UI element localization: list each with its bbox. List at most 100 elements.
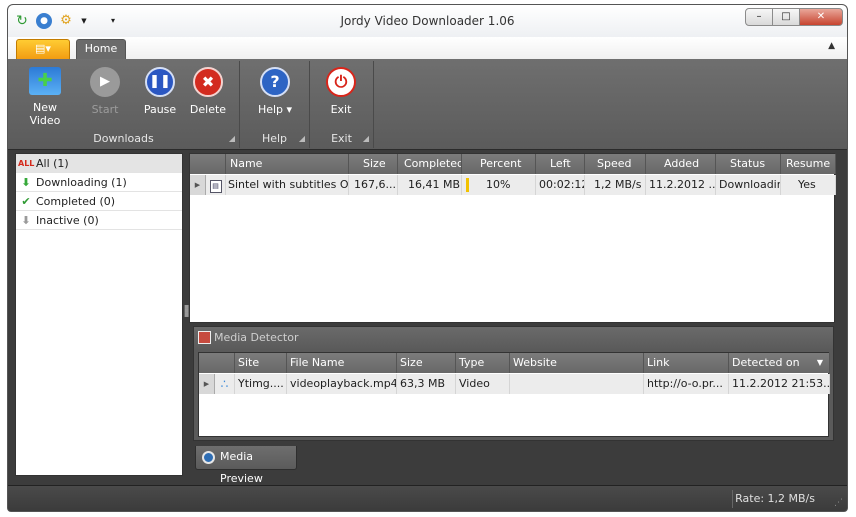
category-panel: ALL All (1) ⬇ Downloading (1) ✔ Complete…: [15, 153, 183, 476]
column-header-speed[interactable]: Speed: [585, 154, 646, 174]
start-label: Start: [91, 103, 119, 116]
start-button[interactable]: ▶ Start: [78, 65, 132, 121]
pause-label: Pause: [143, 103, 177, 116]
resize-grip-icon[interactable]: ⋰: [834, 498, 843, 508]
column-header-name[interactable]: Name: [226, 154, 349, 174]
close-button[interactable]: ✕: [799, 8, 843, 26]
category-item-completed[interactable]: ✔ Completed (0): [16, 192, 182, 211]
tab-media-preview[interactable]: Media Preview: [195, 446, 297, 485]
cell-size: 167,6...: [349, 175, 398, 195]
delete-label: Delete: [189, 103, 227, 116]
maximize-button[interactable]: □: [772, 8, 800, 26]
new-video-label: New Video: [29, 101, 61, 127]
play-icon: ▶: [90, 67, 120, 97]
dialog-launcher-icon[interactable]: ◢: [363, 134, 369, 143]
inactive-arrow-icon: ⬇: [21, 214, 31, 227]
minimize-button[interactable]: –: [745, 8, 773, 26]
ribbon-group-help: ? Help ▾ Help ◢: [240, 61, 310, 148]
cell-type: Video: [456, 374, 510, 394]
media-preview-label: Media Preview: [220, 450, 263, 485]
status-bar: Rate: 1,2 MB/s ⋰: [8, 485, 847, 511]
ribbon-group-label-downloads: Downloads: [93, 132, 154, 145]
row-indicator-icon: ▶: [199, 374, 215, 394]
exit-label: Exit: [330, 103, 352, 116]
media-preview-icon: [202, 451, 215, 464]
category-item-all[interactable]: ALL All (1): [16, 154, 182, 173]
column-header-type[interactable]: Type: [456, 353, 510, 373]
cell-added: 11.2.2012 ...: [646, 175, 716, 195]
pause-icon: ❚❚: [145, 67, 175, 97]
media-detector-grid: Site File Name Size Type Website Link De…: [198, 352, 830, 437]
column-header-detected-on[interactable]: Detected on ▼: [729, 353, 830, 373]
dialog-launcher-icon[interactable]: ◢: [229, 134, 235, 143]
checkmark-icon: ✔: [21, 195, 31, 208]
window-title: Jordy Video Downloader 1.06: [340, 14, 515, 28]
delete-icon: ✖: [193, 67, 223, 97]
sort-descending-icon: ▼: [816, 358, 823, 367]
grid-header-corner: [190, 154, 226, 174]
status-rate: Rate: 1,2 MB/s: [735, 492, 815, 505]
column-header-size[interactable]: Size: [349, 154, 398, 174]
cell-detected-on: 11.2.2012 21:53...: [729, 374, 830, 394]
download-arrow-icon: ⬇: [21, 176, 31, 189]
exit-button[interactable]: ⏻ Exit: [314, 65, 368, 121]
status-separator: [732, 490, 733, 508]
cell-file-name: videoplayback.mp4: [287, 374, 397, 394]
cell-name: Sintel with subtitles O...: [226, 175, 349, 195]
downloads-grid: Name Size Completed Percent Left Speed A…: [189, 153, 836, 323]
progress-bar-fill: [466, 178, 469, 192]
dialog-launcher-icon[interactable]: ◢: [299, 134, 305, 143]
column-header-status[interactable]: Status: [716, 154, 781, 174]
column-header-percent[interactable]: Percent: [462, 154, 536, 174]
loading-icon: ∴: [215, 374, 235, 394]
video-file-icon: ▤: [206, 175, 226, 195]
delete-button[interactable]: ✖ Delete: [181, 65, 235, 121]
new-video-button[interactable]: ✚ New Video: [18, 65, 72, 127]
column-header-file-name[interactable]: File Name: [287, 353, 397, 373]
ribbon-group-exit: ⏻ Exit Exit ◢: [310, 61, 374, 148]
category-label: Downloading (1): [36, 176, 127, 189]
cell-website: [510, 374, 644, 394]
cell-left: 00:02:12: [536, 175, 585, 195]
cell-link: http://o-o.pr...: [644, 374, 729, 394]
row-indicator-icon: ▶: [190, 175, 206, 195]
ribbon: ✚ New Video ▶ Start ❚❚ Pause ✖ Delete Do…: [8, 59, 847, 150]
column-header-link[interactable]: Link: [644, 353, 729, 373]
cell-completed: 16,41 MB: [398, 175, 462, 195]
window-controls: – □ ✕: [745, 8, 843, 26]
column-header-added[interactable]: Added: [646, 154, 716, 174]
column-header-size[interactable]: Size: [397, 353, 456, 373]
pause-button[interactable]: ❚❚ Pause: [133, 65, 187, 121]
cell-size: 63,3 MB: [397, 374, 456, 394]
grid-header-corner: [199, 353, 235, 373]
ribbon-group-downloads: ✚ New Video ▶ Start ❚❚ Pause ✖ Delete Do…: [8, 61, 240, 148]
category-label: Inactive (0): [36, 214, 99, 227]
collapse-ribbon-icon[interactable]: ▲: [828, 41, 835, 51]
help-label: Help ▾: [257, 103, 293, 116]
help-button[interactable]: ? Help ▾: [248, 65, 302, 121]
column-header-completed[interactable]: Completed: [398, 154, 462, 174]
category-item-downloading[interactable]: ⬇ Downloading (1): [16, 173, 182, 192]
application-menu-button[interactable]: ▤▾: [16, 39, 70, 59]
column-header-left[interactable]: Left: [536, 154, 585, 174]
all-icon: ALL: [18, 159, 35, 168]
power-icon: ⏻: [326, 67, 356, 97]
cell-site: Ytimg....: [235, 374, 287, 394]
column-header-website[interactable]: Website: [510, 353, 644, 373]
title-bar: ↻ ● ⚙ ▼ ▾ Jordy Video Downloader 1.06 – …: [8, 5, 847, 37]
help-icon: ?: [260, 67, 290, 97]
category-label: All (1): [36, 157, 69, 170]
column-header-resume[interactable]: Resume: [781, 154, 836, 174]
category-label: Completed (0): [36, 195, 116, 208]
new-video-icon: ✚: [29, 67, 61, 95]
cell-status: Downloading: [716, 175, 781, 195]
app-window: ↻ ● ⚙ ▼ ▾ Jordy Video Downloader 1.06 – …: [7, 4, 848, 512]
percent-label: 10%: [486, 178, 511, 191]
cell-resume: Yes: [781, 175, 836, 195]
column-header-site[interactable]: Site: [235, 353, 287, 373]
category-item-inactive[interactable]: ⬇ Inactive (0): [16, 211, 182, 230]
media-detector-icon: [198, 331, 211, 344]
tab-home[interactable]: Home: [76, 39, 126, 59]
cell-percent: 10%: [462, 175, 536, 195]
ribbon-tab-row: ▤▾ Home ▲: [8, 37, 847, 59]
